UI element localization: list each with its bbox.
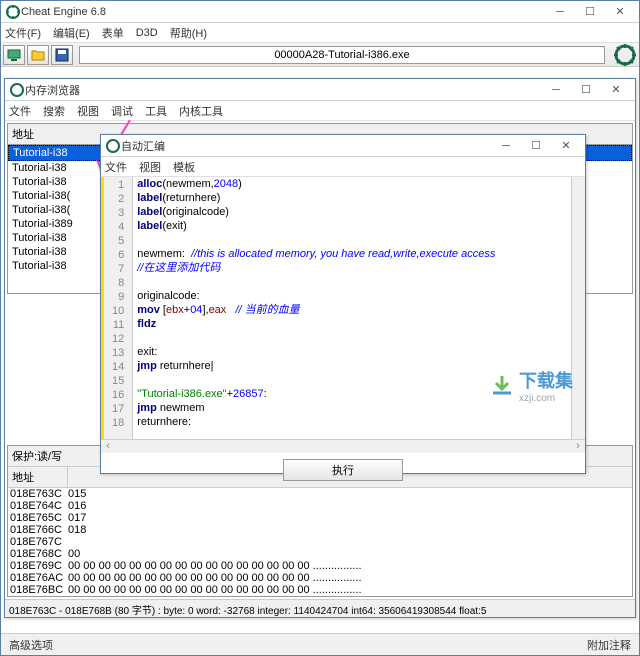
code-line[interactable]: label(originalcode) xyxy=(133,205,585,219)
code-line[interactable]: jmp newmem xyxy=(133,401,585,415)
menu-item[interactable]: 编辑(E) xyxy=(53,25,90,41)
scrollbar-horizontal[interactable]: ‹› xyxy=(101,439,585,453)
hex-row[interactable]: 018E763C015 xyxy=(8,488,632,500)
code-line[interactable]: returnhere: xyxy=(133,415,585,429)
menu-item[interactable]: 文件(F) xyxy=(5,25,41,41)
save-button[interactable] xyxy=(51,45,73,65)
hex-row[interactable]: 018E76AC00 00 00 00 00 00 00 00 00 00 00… xyxy=(8,572,632,584)
code-gutter: 123456789101112131415161718 xyxy=(101,177,133,439)
maximize-button[interactable]: ☐ xyxy=(575,2,605,22)
asm-titlebar: 自动汇编 ─ ☐ ✕ xyxy=(101,135,585,157)
maximize-button[interactable]: ☐ xyxy=(521,136,551,156)
hex-row[interactable]: 018E767C xyxy=(8,536,632,548)
menu-item[interactable]: 调试 xyxy=(111,103,133,119)
computer-icon xyxy=(7,48,21,62)
close-button[interactable]: ✕ xyxy=(605,2,635,22)
menu-item[interactable]: 内核工具 xyxy=(179,103,223,119)
minimize-button[interactable]: ─ xyxy=(491,136,521,156)
memview-titlebar: 内存浏览器 ─ ☐ ✕ xyxy=(5,79,635,101)
menu-item[interactable]: 搜索 xyxy=(43,103,65,119)
hex-row[interactable]: 018E765C017 xyxy=(8,512,632,524)
menu-item[interactable]: 工具 xyxy=(145,103,167,119)
menu-item[interactable]: 表单 xyxy=(102,25,124,41)
hex-row[interactable]: 018E769C00 00 00 00 00 00 00 00 00 00 00… xyxy=(8,560,632,572)
code-line[interactable]: label(returnhere) xyxy=(133,191,585,205)
menu-item[interactable]: 帮助(H) xyxy=(170,25,207,41)
hex-body[interactable]: 018E763C015018E764C016018E765C017018E766… xyxy=(8,488,632,596)
code-line[interactable] xyxy=(133,331,585,345)
hex-row[interactable]: 018E766C018 xyxy=(8,524,632,536)
hex-row[interactable]: 018E768C00 xyxy=(8,548,632,560)
menu-item[interactable]: 文件 xyxy=(9,103,31,119)
ce-icon xyxy=(5,4,21,20)
main-toolbar: 00000A28-Tutorial-i386.exe xyxy=(1,43,639,67)
hex-row[interactable]: 018E764C016 xyxy=(8,500,632,512)
menu-item[interactable]: 视图 xyxy=(139,159,161,175)
menu-item[interactable]: 视图 xyxy=(77,103,99,119)
code-line[interactable]: alloc(newmem,2048) xyxy=(133,177,585,191)
code-line[interactable] xyxy=(133,275,585,289)
hex-row[interactable]: 018E76BC00 00 00 00 00 00 00 00 00 00 00… xyxy=(8,584,632,596)
memview-status: 018E763C - 018E768B (80 字节) : byte: 0 wo… xyxy=(5,599,635,617)
ce-logo-icon[interactable] xyxy=(613,43,637,67)
code-body[interactable]: alloc(newmem,2048)label(returnhere)label… xyxy=(133,177,585,439)
ce-icon xyxy=(9,82,25,98)
scrollbar-vertical[interactable] xyxy=(571,177,585,439)
main-titlebar: Cheat Engine 6.8 ─ ☐ ✕ xyxy=(1,1,639,23)
memview-menubar: 文件搜索视图调试工具内核工具 xyxy=(5,101,635,121)
add-comment-link[interactable]: 附加注释 xyxy=(587,637,631,653)
code-line[interactable] xyxy=(133,373,585,387)
minimize-button[interactable]: ─ xyxy=(545,2,575,22)
menu-item[interactable]: 模板 xyxy=(173,159,195,175)
minimize-button[interactable]: ─ xyxy=(541,80,571,100)
close-button[interactable]: ✕ xyxy=(601,80,631,100)
code-line[interactable]: label(exit) xyxy=(133,219,585,233)
advanced-options-link[interactable]: 高级选项 xyxy=(9,637,53,653)
folder-open-icon xyxy=(31,48,45,62)
code-line[interactable]: newmem: //this is allocated memory, you … xyxy=(133,247,585,261)
floppy-icon xyxy=(55,48,69,62)
memview-title: 内存浏览器 xyxy=(25,82,541,98)
menu-item[interactable]: 文件 xyxy=(105,159,127,175)
hex-protection-header: 保护:读/写 xyxy=(8,446,66,466)
ce-icon xyxy=(105,138,121,154)
open-file-button[interactable] xyxy=(27,45,49,65)
execute-button[interactable]: 执行 xyxy=(283,459,403,481)
code-editor[interactable]: 123456789101112131415161718 alloc(newmem… xyxy=(101,177,585,439)
main-footer: 高级选项 附加注释 xyxy=(1,633,639,655)
asm-title: 自动汇编 xyxy=(121,138,491,154)
menu-item[interactable]: D3D xyxy=(136,27,158,39)
main-title: Cheat Engine 6.8 xyxy=(21,6,545,18)
close-button[interactable]: ✕ xyxy=(551,136,581,156)
code-line[interactable]: fldz xyxy=(133,317,585,331)
main-menubar: 文件(F) 编辑(E) 表单 D3D 帮助(H) xyxy=(1,23,639,43)
auto-assembler-window: 自动汇编 ─ ☐ ✕ 文件视图模板 1234567891011121314151… xyxy=(100,134,586,474)
open-process-button[interactable] xyxy=(3,45,25,65)
code-line[interactable]: mov [ebx+04],eax // 当前的血量 xyxy=(133,303,585,317)
code-line[interactable]: jmp returnhere| xyxy=(133,359,585,373)
code-line[interactable]: "Tutorial-i386.exe"+26857: xyxy=(133,387,585,401)
code-line[interactable]: originalcode: xyxy=(133,289,585,303)
asm-menubar: 文件视图模板 xyxy=(101,157,585,177)
hex-addr-header: 地址 xyxy=(8,467,68,487)
target-process-label: 00000A28-Tutorial-i386.exe xyxy=(79,46,605,64)
code-line[interactable]: //在这里添加代码 xyxy=(133,261,585,275)
code-line[interactable]: exit: xyxy=(133,345,585,359)
maximize-button[interactable]: ☐ xyxy=(571,80,601,100)
code-line[interactable] xyxy=(133,233,585,247)
